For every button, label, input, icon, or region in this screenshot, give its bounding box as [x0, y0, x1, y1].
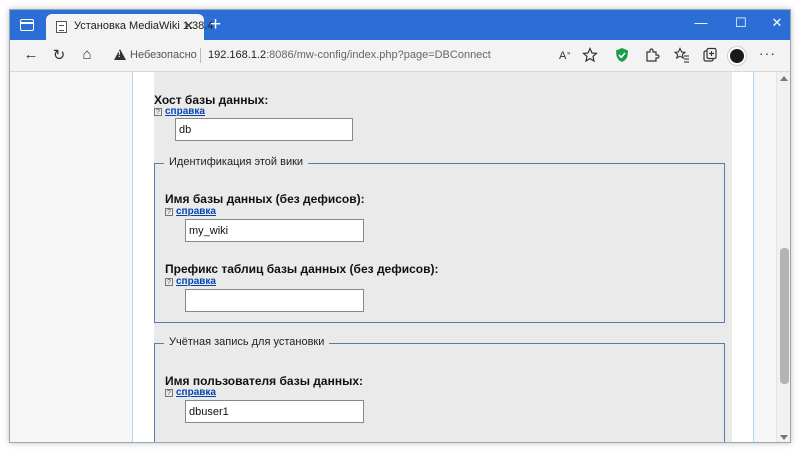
db-host-help: ? справка: [154, 106, 205, 117]
page-left-background: [10, 72, 132, 442]
install-account-fieldset: Учётная запись для установки: [154, 336, 725, 442]
tab-mediawiki-install[interactable]: Установка MediaWiki 1.38.4 ✕: [46, 14, 213, 40]
tab-close-icon[interactable]: ✕: [183, 18, 194, 34]
home-icon[interactable]: ⌂: [76, 46, 98, 63]
install-account-legend: Учётная запись для установки: [164, 336, 330, 348]
settings-more-icon[interactable]: ···: [759, 45, 776, 61]
mediawiki-content: Хост базы данных: ?справка Идентификация…: [132, 72, 754, 442]
page-favicon-icon: [56, 21, 67, 33]
table-prefix-help: ? справка: [165, 276, 216, 287]
db-name-input[interactable]: [185, 219, 364, 242]
help-link[interactable]: справка: [176, 387, 216, 398]
read-aloud-icon[interactable]: A »: [558, 47, 574, 63]
help-icon: ?: [165, 278, 173, 286]
warning-icon[interactable]: [114, 49, 126, 60]
svg-text:A: A: [559, 50, 567, 62]
help-link[interactable]: справка: [176, 276, 216, 287]
url-path: :8086/mw-config/index.php?page=DBConnect: [266, 49, 491, 61]
table-prefix-input[interactable]: [185, 289, 364, 312]
address-divider: [200, 48, 201, 63]
navigation-bar: ← ↻ ⌂ Небезопасно 192.168.1.2:8086/mw-co…: [10, 40, 790, 72]
config-form: Хост базы данных: ?справка Идентификация…: [154, 72, 732, 442]
profile-avatar[interactable]: [728, 47, 746, 65]
page-right-background: [754, 72, 776, 442]
refresh-icon[interactable]: ↻: [48, 46, 70, 64]
db-user-input[interactable]: [185, 400, 364, 423]
db-user-label: Имя пользователя базы данных:: [165, 374, 363, 388]
close-window-button[interactable]: ✕: [762, 15, 790, 31]
db-name-label: Имя базы данных (без дефисов):: [165, 192, 365, 206]
security-label[interactable]: Небезопасно: [130, 49, 197, 61]
help-icon: ?: [154, 108, 162, 116]
minimize-button[interactable]: —: [686, 15, 716, 30]
table-prefix-label: Префикс таблиц базы данных (без дефисов)…: [165, 262, 439, 276]
wiki-identification-legend: Идентификация этой вики: [164, 156, 309, 168]
add-favorite-icon[interactable]: [582, 47, 598, 63]
vertical-scrollbar[interactable]: [776, 72, 790, 442]
new-tab-button[interactable]: +: [210, 14, 221, 36]
url-text[interactable]: 192.168.1.2:8086/mw-config/index.php?pag…: [208, 49, 491, 61]
collections-icon[interactable]: [702, 47, 718, 63]
scroll-up-arrow-icon[interactable]: [780, 76, 788, 81]
maximize-button[interactable]: ☐: [726, 15, 756, 31]
back-arrow-icon[interactable]: ←: [20, 46, 42, 63]
help-link[interactable]: справка: [176, 206, 216, 217]
db-host-label: Хост базы данных:: [154, 93, 269, 107]
tab-actions-icon[interactable]: [20, 19, 34, 31]
db-host-input[interactable]: [175, 118, 353, 141]
shield-extension-icon[interactable]: [614, 47, 630, 63]
help-link[interactable]: справка: [165, 106, 205, 117]
db-name-help: ? справка: [165, 206, 216, 217]
scroll-down-arrow-icon[interactable]: [780, 435, 788, 440]
favorites-icon[interactable]: [674, 47, 690, 63]
title-bar: Установка MediaWiki 1.38.4 ✕ + — ☐ ✕: [10, 10, 790, 40]
browser-window: Установка MediaWiki 1.38.4 ✕ + — ☐ ✕ ← ↻…: [9, 9, 791, 443]
url-host: 192.168.1.2: [208, 49, 267, 61]
extensions-puzzle-icon[interactable]: [644, 47, 660, 63]
svg-text:»: »: [567, 51, 571, 57]
help-icon: ?: [165, 208, 173, 216]
page-viewport: Хост базы данных: ?справка Идентификация…: [10, 72, 776, 442]
help-icon: ?: [165, 389, 173, 397]
db-user-help: ? справка: [165, 387, 216, 398]
scroll-thumb[interactable]: [780, 248, 789, 384]
